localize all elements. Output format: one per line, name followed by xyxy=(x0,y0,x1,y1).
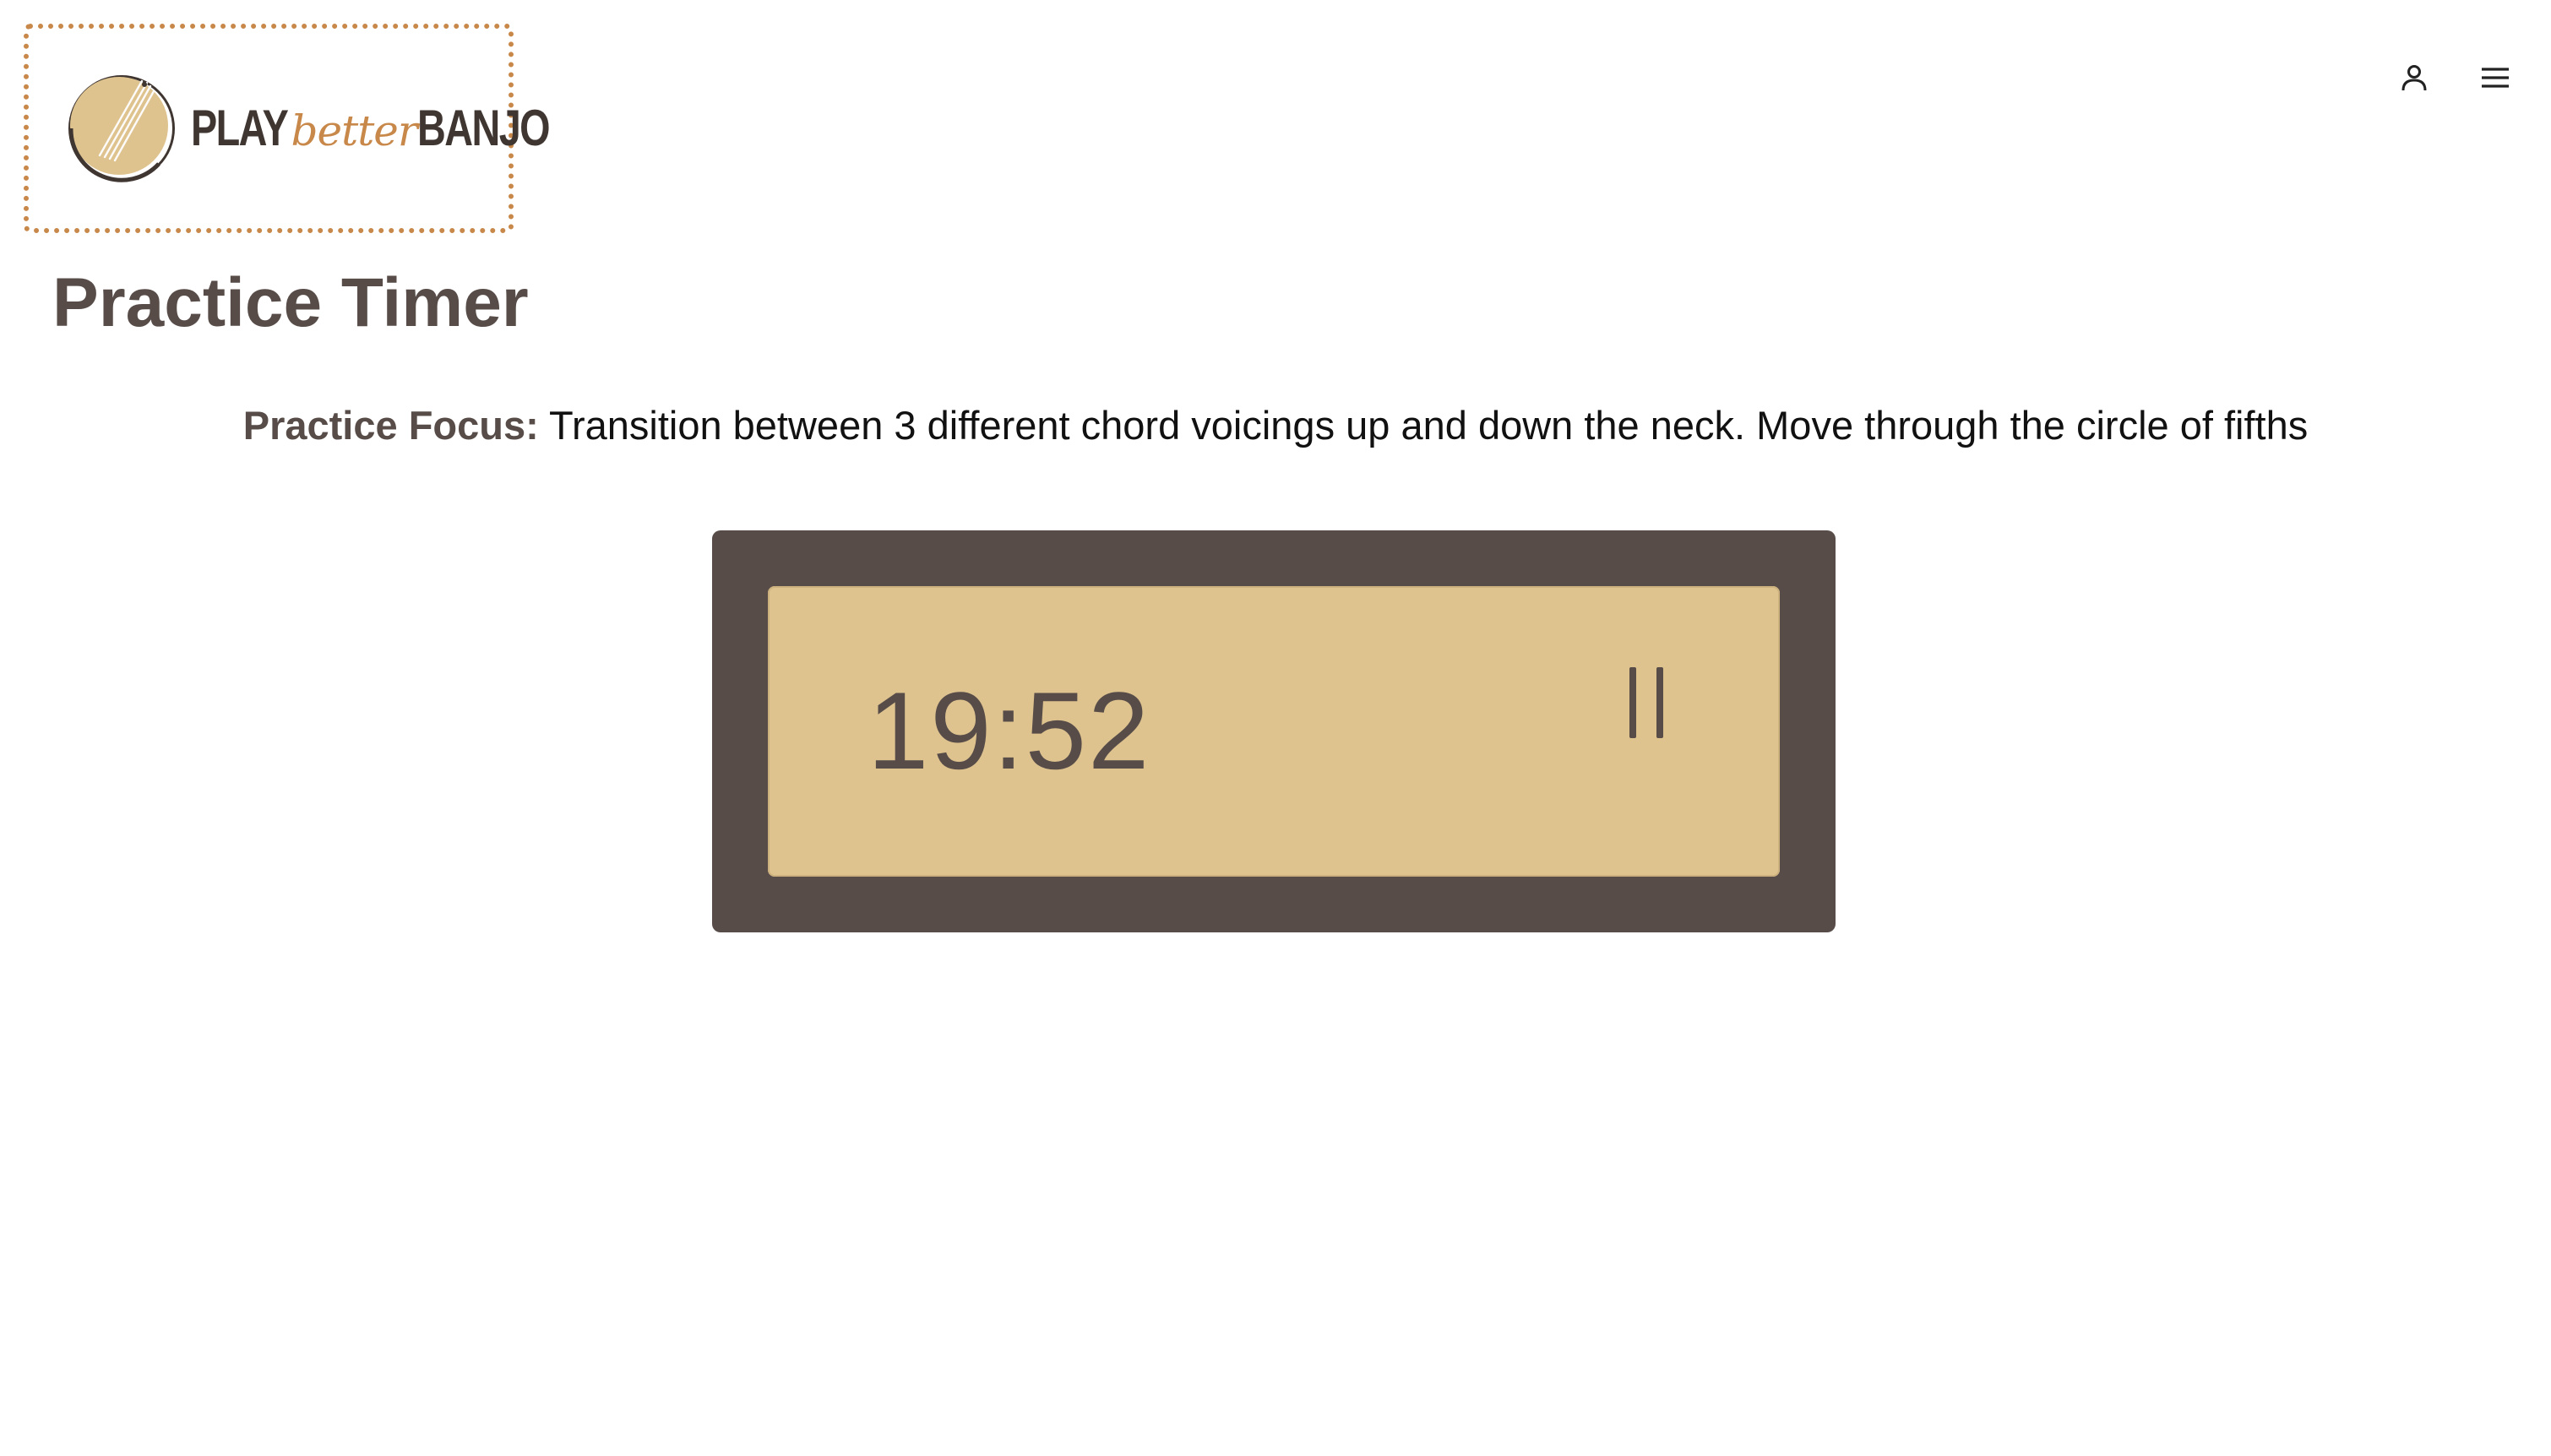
logo-play-text: PLAY xyxy=(191,100,289,156)
account-button[interactable] xyxy=(2397,61,2431,95)
user-icon xyxy=(2401,65,2427,91)
page-title: Practice Timer xyxy=(52,264,529,341)
timer-frame: 19:52 xyxy=(712,530,1836,932)
timer-time-readout: 19:52 xyxy=(868,669,1151,792)
practice-focus-label: Practice Focus: xyxy=(242,403,539,448)
logo-wordmark: PLAY better BANJO xyxy=(191,103,586,154)
practice-focus: Practice Focus: Transition between 3 dif… xyxy=(0,404,2551,448)
menu-icon xyxy=(2482,68,2509,88)
logo-better-text: better xyxy=(291,106,418,155)
site-logo-link[interactable]: PLAY better BANJO xyxy=(24,24,550,233)
logo-banjo-text: BANJO xyxy=(416,100,551,156)
timer-display: 19:52 xyxy=(768,586,1780,877)
banjo-logo-emblem-icon xyxy=(68,75,175,182)
pause-button[interactable] xyxy=(1626,667,1670,738)
page: PLAY better BANJO Practice Timer Practic… xyxy=(0,0,2551,1456)
menu-button[interactable] xyxy=(2478,61,2512,95)
practice-focus-text: Transition between 3 different chord voi… xyxy=(548,403,2309,448)
pause-icon xyxy=(1629,667,1663,738)
header-actions xyxy=(2397,61,2512,95)
